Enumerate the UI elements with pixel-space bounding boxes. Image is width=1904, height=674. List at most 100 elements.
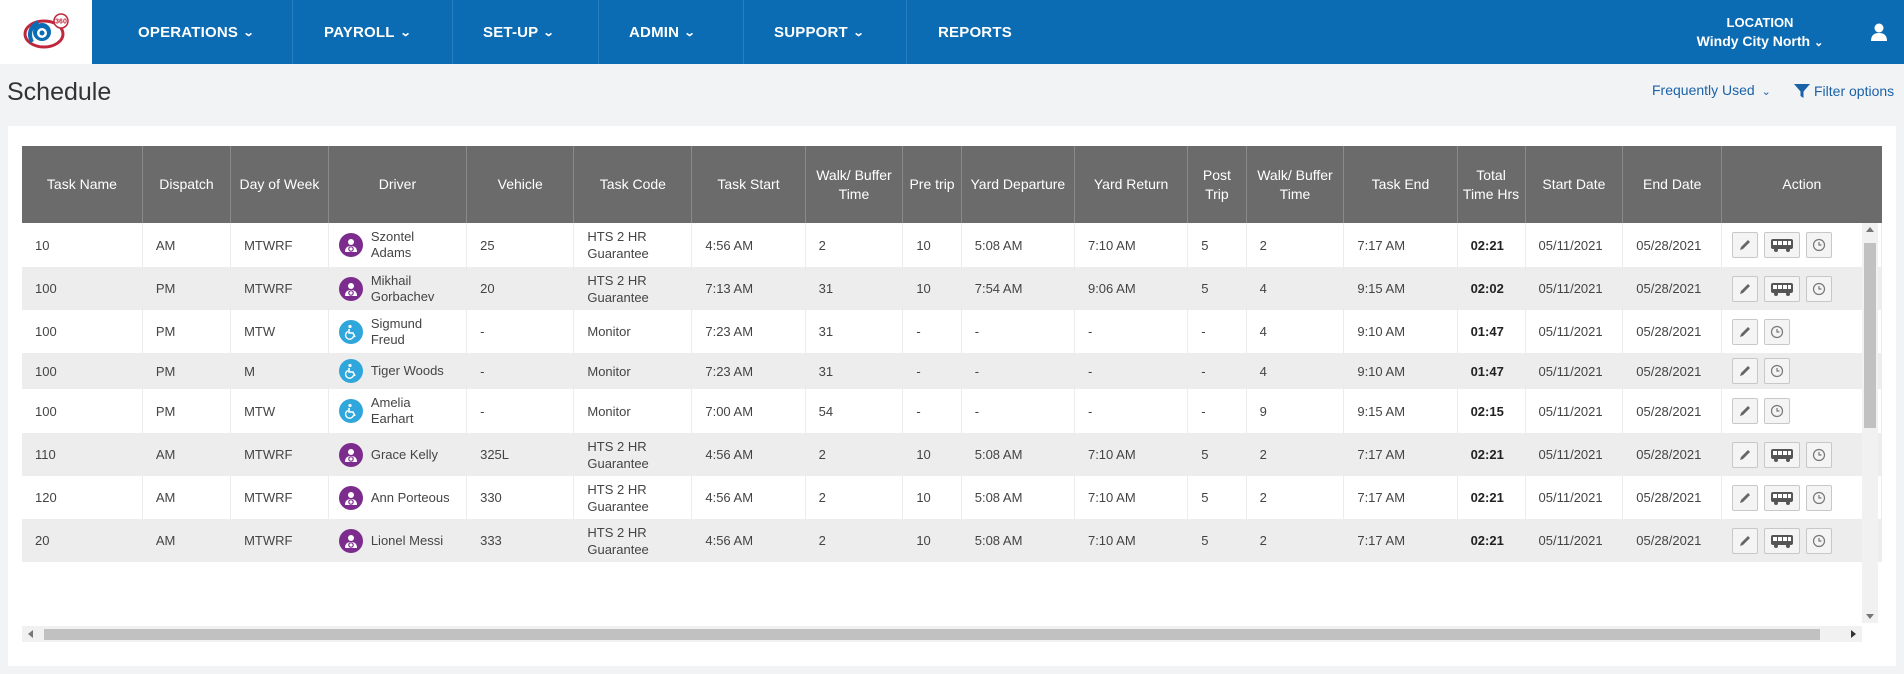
table-row[interactable]: 100 PM M Tiger Woods - Monitor 7:23 AM 31- - - -4 9… [22, 353, 1882, 389]
column-header[interactable]: Action [1721, 146, 1882, 223]
total-cell: 02:21 [1457, 433, 1526, 476]
app-logo[interactable]: 360 [0, 0, 92, 64]
ydep-cell: 7:54 AM [961, 267, 1075, 310]
edate-cell: 05/28/2021 [1622, 433, 1723, 476]
vertical-scrollbar[interactable] [1862, 223, 1878, 623]
pre-cell: - [902, 389, 962, 433]
table-row[interactable]: 100 PM MTW Amelia Earhart - Monitor 7:00 AM 54-… [22, 389, 1882, 433]
time-button[interactable] [1764, 358, 1791, 384]
end-cell: 7:17 AM [1343, 519, 1458, 562]
vehicle-cell: 330 [466, 476, 575, 519]
dispatch-cell: AM [142, 476, 232, 519]
row-actions [1732, 318, 1868, 345]
column-header[interactable]: Driver [328, 146, 468, 223]
time-button[interactable] [1806, 441, 1833, 468]
user-icon[interactable] [1868, 21, 1890, 43]
vehicle-button[interactable] [1764, 232, 1801, 258]
start-cell: 4:56 AM [691, 476, 806, 519]
code-cell: HTS 2 HR Guarantee [573, 433, 693, 476]
nav-operations[interactable]: OPERATIONS ⌄ [92, 0, 293, 64]
funnel-icon [1794, 84, 1810, 98]
bus-icon [1771, 491, 1794, 505]
main-nav: OPERATIONS ⌄ PAYROLL ⌄ SET-UP ⌄ ADMIN ⌄ SUPP… [92, 0, 1037, 64]
location-value: Windy City North [1696, 33, 1811, 49]
nav-setup[interactable]: SET-UP ⌄ [453, 0, 599, 64]
nav-reports[interactable]: REPORTS [907, 0, 1037, 64]
time-button[interactable] [1806, 232, 1833, 258]
nav-payroll[interactable]: PAYROLL ⌄ [293, 0, 453, 64]
scroll-down-arrow-icon[interactable] [1866, 614, 1874, 619]
edit-button[interactable] [1732, 398, 1759, 424]
column-header[interactable]: End Date [1622, 146, 1723, 223]
pencil-icon [1740, 240, 1751, 250]
column-header[interactable]: Dispatch [142, 146, 232, 223]
vehicle-button[interactable] [1764, 527, 1801, 554]
frequently-used-dropdown[interactable]: Frequently Used ⌄ [1652, 82, 1771, 98]
bus-icon [1771, 448, 1794, 462]
clock-icon [1813, 534, 1826, 547]
nav-support[interactable]: SUPPORT ⌄ [744, 0, 907, 64]
scroll-left-arrow-icon[interactable] [28, 630, 33, 638]
start-cell: 7:23 AM [691, 353, 806, 389]
driver-info: Szontel Adams [338, 229, 453, 261]
table-row[interactable]: 100 PM MTW Sigmund Freud - Monitor 7:23 AM 31- -… [22, 310, 1882, 353]
horizontal-scroll-thumb[interactable] [44, 629, 1820, 640]
logo-icon: 360 [23, 13, 69, 49]
pencil-icon [1740, 326, 1751, 337]
vehicle-button[interactable] [1764, 441, 1801, 468]
table-row[interactable]: 10 AM MTWRF Szontel Adams 25 HTS 2 HR Guarant… [22, 223, 1882, 267]
action-cell [1721, 389, 1882, 433]
column-header[interactable]: Yard Return [1074, 146, 1189, 223]
edit-button[interactable] [1732, 358, 1759, 384]
location-selector[interactable]: LOCATION Windy City North ⌄ [1690, 14, 1830, 52]
edit-button[interactable] [1732, 232, 1759, 258]
time-button[interactable] [1806, 527, 1833, 554]
time-button[interactable] [1764, 318, 1791, 345]
column-header[interactable]: Pre trip [902, 146, 962, 223]
scroll-up-arrow-icon[interactable] [1866, 227, 1874, 232]
column-header[interactable]: Post Trip [1187, 146, 1247, 223]
nav-reports-label: REPORTS [938, 23, 1012, 41]
edit-button[interactable] [1732, 318, 1759, 345]
dow-cell: MTW [230, 389, 329, 433]
driver-name: Szontel Adams [370, 229, 415, 260]
filter-options-button[interactable]: Filter options [1793, 82, 1894, 100]
column-header[interactable]: Task Start [691, 146, 806, 223]
column-header[interactable]: Task End [1343, 146, 1458, 223]
time-button[interactable] [1764, 398, 1791, 424]
column-header[interactable]: Walk/ Buffer Time [1246, 146, 1345, 223]
column-header[interactable]: Walk/ Buffer Time [805, 146, 904, 223]
edit-button[interactable] [1732, 484, 1759, 511]
column-header[interactable]: Total Time Hrs [1457, 146, 1526, 223]
table-row[interactable]: 100 PM MTWRF Mikhail Gorbachev 20 HTS 2 HR Gu… [22, 267, 1882, 310]
table-row[interactable]: 120 AM MTWRF Ann Porteous 330 HTS 2 HR Guaran… [22, 476, 1882, 519]
column-header[interactable]: Start Date [1525, 146, 1624, 223]
ydep-cell: 5:08 AM [961, 519, 1075, 562]
driver-avatar-icon [338, 233, 363, 257]
driver-avatar-icon [338, 442, 363, 467]
nav-admin[interactable]: ADMIN ⌄ [599, 0, 744, 64]
time-button[interactable] [1806, 484, 1833, 511]
column-header[interactable]: Yard Departure [961, 146, 1075, 223]
edit-button[interactable] [1732, 441, 1759, 468]
sdate-cell: 05/11/2021 [1525, 519, 1624, 562]
edate-cell: 05/28/2021 [1622, 310, 1723, 353]
vehicle-button[interactable] [1764, 275, 1801, 302]
column-header[interactable]: Vehicle [466, 146, 575, 223]
scroll-right-arrow-icon[interactable] [1851, 630, 1856, 638]
driver-cell: Sigmund Freud [328, 310, 468, 353]
column-header[interactable]: Task Code [573, 146, 693, 223]
vehicle-button[interactable] [1764, 484, 1801, 511]
table-row[interactable]: 110 AM MTWRF Grace Kelly 325L HTS 2 HR Guaran… [22, 433, 1882, 476]
table-row[interactable]: 20 AM MTWRF Lionel Messi 333 HTS 2 HR Guarant… [22, 519, 1882, 562]
edit-button[interactable] [1732, 275, 1759, 302]
column-header[interactable]: Task Name [22, 146, 143, 223]
time-button[interactable] [1806, 275, 1833, 302]
horizontal-scrollbar[interactable] [22, 626, 1862, 642]
edit-button[interactable] [1732, 527, 1759, 554]
driver-cell: Mikhail Gorbachev [328, 267, 468, 310]
column-header[interactable]: Day of Week [230, 146, 329, 223]
post-cell: 5 [1187, 267, 1247, 310]
yret-cell: - [1074, 353, 1189, 389]
vertical-scroll-thumb[interactable] [1864, 243, 1876, 428]
